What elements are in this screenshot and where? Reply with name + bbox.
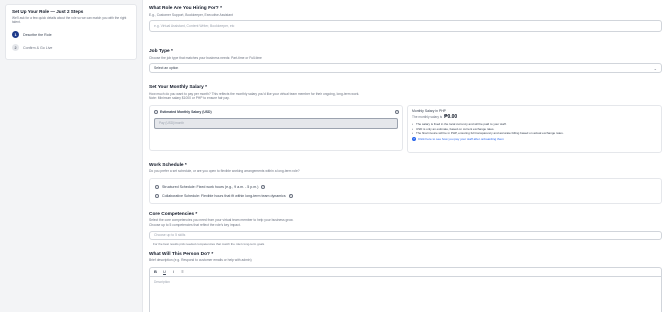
schedule-option-collaborative[interactable]: Collaborative Schedule: Flexible hours t… <box>155 192 656 200</box>
step-number: 2 <box>12 44 19 52</box>
schedule-title: Work Schedule * <box>149 162 187 168</box>
job-type-select[interactable]: Select an option ⌄ <box>149 63 662 74</box>
role-form: What Role Are You Hiring For? * E.g., Cu… <box>142 0 670 312</box>
salary-panels: Estimated Monthly Salary (USD) i Pay (US… <box>149 104 662 153</box>
italic-button[interactable]: I <box>171 269 176 274</box>
salary-estimate-box: Estimated Monthly Salary (USD) i Pay (US… <box>149 104 403 151</box>
role-section: What Role Are You Hiring For? * E.g., Cu… <box>149 6 662 36</box>
competencies-limit-note: Choose up to 5 competencies that reflect… <box>149 222 241 227</box>
salary-summary: Monthly Salary in PHP The monthly salary… <box>407 104 662 153</box>
salary-estimate-label: Estimated Monthly Salary (USD) <box>160 109 212 114</box>
summary-prefix: The monthly salary is <box>412 114 443 119</box>
role-title: What Role Are You Hiring For? * <box>149 6 222 11</box>
pay-staff-link[interactable]: ? Click here to see how you pay your sta… <box>412 137 657 142</box>
setup-title: Set Up Your Role — Just 2 Steps <box>12 9 84 14</box>
salary-input[interactable]: Pay (USD)/month <box>154 117 398 129</box>
salary-section: Set Your Monthly Salary * How much do yo… <box>149 85 662 153</box>
salary-note: Note: Minimum salary $1000 or PHP to ens… <box>149 96 230 101</box>
summary-bullet: The final invoice will be in PHP, ensuri… <box>412 131 657 136</box>
summary-amount-row: The monthly salary is ₱0.00 <box>412 114 657 120</box>
duties-title: What Will This Person Do? * <box>149 251 214 257</box>
step-number: 1 <box>12 31 19 39</box>
step-describe-role[interactable]: 1 Describe the Role <box>12 31 130 39</box>
help-icon: ? <box>412 137 416 142</box>
schedule-options: Structured Schedule: Fixed work hours (e… <box>149 177 662 204</box>
info-icon[interactable]: i <box>288 193 293 198</box>
list-button[interactable]: ≡ <box>180 269 185 274</box>
role-description: E.g., Customer Support, Bookkeeper, Exec… <box>149 12 233 17</box>
competencies-title: Core Competencies * <box>149 211 198 217</box>
schedule-option-label: Structured Schedule: Fixed work hours (e… <box>162 184 259 189</box>
competencies-section: Core Competencies * Select the core comp… <box>149 212 662 246</box>
step-confirm-go-live[interactable]: 2 Confirm & Go Live <box>12 44 130 52</box>
setup-steps-panel: Set Up Your Role — Just 2 Steps We'll as… <box>5 4 137 60</box>
chevron-down-icon: ⌄ <box>653 65 657 71</box>
salary-estimate-option[interactable]: Estimated Monthly Salary (USD) <box>154 109 398 114</box>
info-icon[interactable]: i <box>395 109 399 114</box>
schedule-option-label: Collaborative Schedule: Flexible hours t… <box>162 193 286 198</box>
bold-button[interactable]: B <box>153 269 158 274</box>
summary-title: Monthly Salary in PHP <box>412 108 446 113</box>
competencies-input[interactable]: Choose up to 5 skills <box>149 230 662 240</box>
role-input[interactable]: e.g. Virtual Assistant, Content Writer, … <box>149 20 662 33</box>
job-type-description: Choose the job type that matches your bu… <box>149 55 262 60</box>
duties-editor[interactable]: Description <box>149 275 662 312</box>
setup-description: We'll ask for a few quick details about … <box>12 16 127 25</box>
pay-staff-link-text: Click here to see how you pay your staff… <box>418 137 504 142</box>
radio-icon[interactable] <box>155 184 159 189</box>
job-type-title: Job Type * <box>149 49 173 54</box>
job-type-section: Job Type * Choose the job type that matc… <box>149 49 662 79</box>
duties-section: What Will This Person Do? * Brief descri… <box>149 252 662 312</box>
schedule-section: Work Schedule * Do you prefer a set sche… <box>149 163 662 204</box>
competencies-hint: For the best results pick needed compete… <box>153 241 265 246</box>
radio-icon[interactable] <box>155 193 159 198</box>
editor-toolbar: B U I ≡ <box>149 266 662 276</box>
summary-amount: ₱0.00 <box>444 113 458 120</box>
step-label: Describe the Role <box>23 32 52 37</box>
step-label: Confirm & Go Live <box>23 45 53 50</box>
salary-title: Set Your Monthly Salary * <box>149 85 207 90</box>
underline-button[interactable]: U <box>162 269 167 274</box>
schedule-description: Do you prefer a set schedule, or are you… <box>149 169 300 174</box>
schedule-option-structured[interactable]: Structured Schedule: Fixed work hours (e… <box>155 183 656 191</box>
info-icon[interactable]: i <box>261 184 266 189</box>
radio-icon[interactable] <box>154 109 158 114</box>
steps-list: 1 Describe the Role 2 Confirm & Go Live <box>12 31 130 52</box>
duties-description: Brief description (e.g. Respond to custo… <box>149 258 252 263</box>
job-type-selected: Select an option <box>154 66 179 71</box>
summary-bullets: The salary is fixed in the local currenc… <box>412 122 657 136</box>
